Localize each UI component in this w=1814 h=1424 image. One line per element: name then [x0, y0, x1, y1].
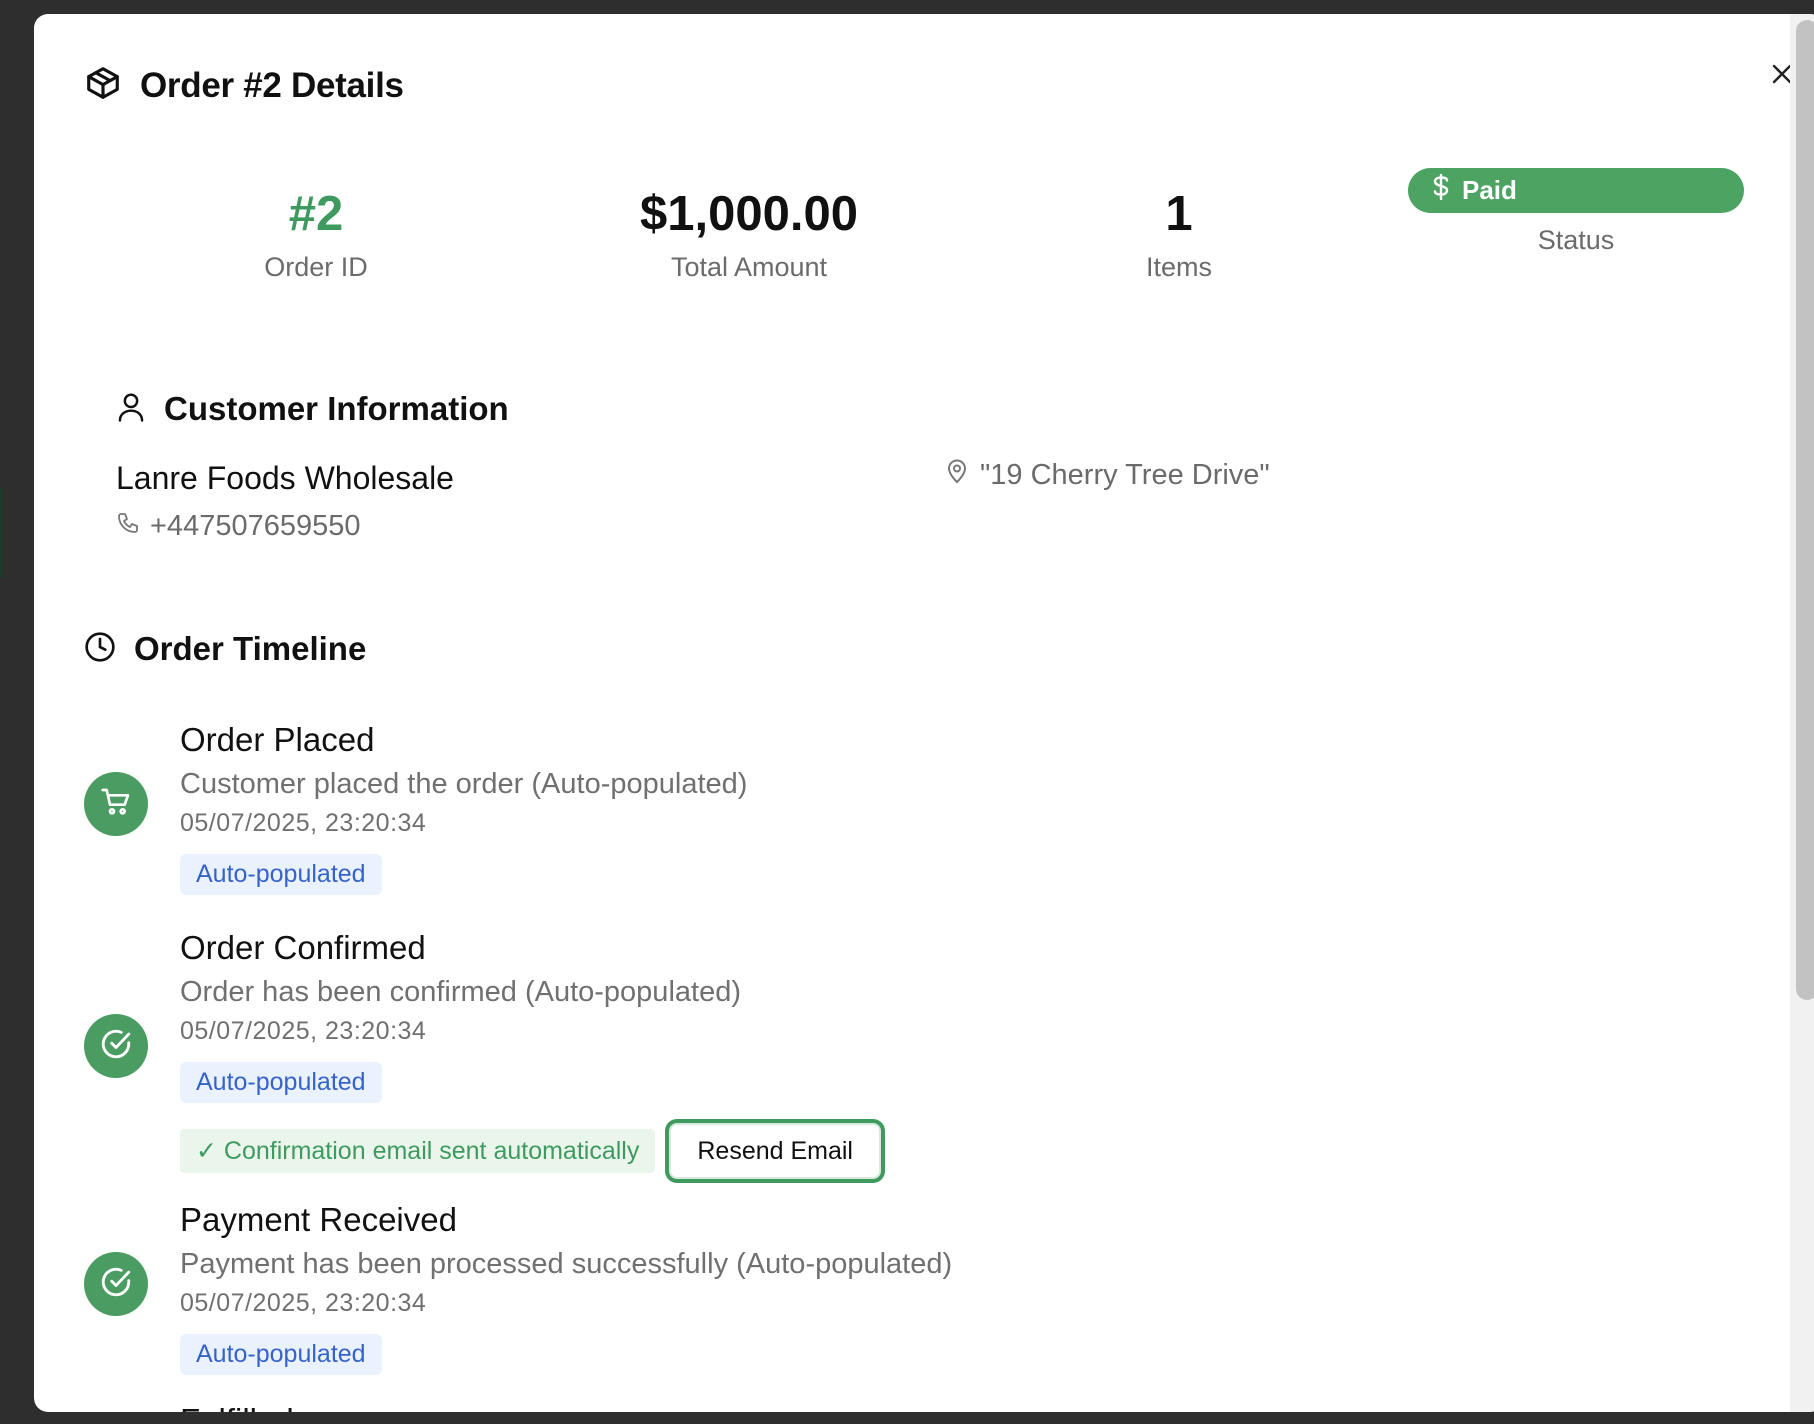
event-title: Order Placed [180, 721, 375, 758]
status-badge: Paid [1408, 168, 1744, 213]
scrollbar-thumb[interactable] [1796, 20, 1814, 1000]
modal-title: Order #2 Details [140, 65, 404, 105]
customer-name: Lanre Foods Wholesale [116, 460, 454, 496]
event-timestamp: 05/07/2025, 23:20:34 [180, 1017, 427, 1045]
customer-phone: +447507659550 [116, 510, 360, 543]
event-timestamp: 05/07/2025, 23:20:34 [180, 809, 427, 837]
user-icon [116, 391, 146, 428]
customer-phone-text: +447507659550 [150, 510, 361, 542]
package-icon [84, 64, 122, 107]
customer-section-header: Customer Information [116, 390, 509, 428]
event-description: Order has been confirmed (Auto-populated… [180, 976, 741, 1008]
map-pin-icon [946, 458, 968, 492]
items-value: 1 [1165, 187, 1193, 241]
timeline-section-header: Order Timeline [84, 630, 366, 668]
event-body: Payment Received Payment has been proces… [180, 1200, 952, 1375]
phone-icon [116, 510, 140, 543]
event-title: Order Confirmed [180, 929, 426, 966]
status-badge-label: Paid [1462, 175, 1517, 205]
event-body: Order Placed Customer placed the order (… [180, 720, 747, 895]
event-description: Customer placed the order (Auto-populate… [180, 768, 748, 800]
total-amount-label: Total Amount [670, 252, 828, 282]
cart-icon [100, 786, 132, 823]
stat-status: Paid Status [1408, 168, 1744, 256]
event-title: Payment Received [180, 1201, 457, 1238]
check-circle-icon [99, 1265, 133, 1304]
confirmation-row: ✓ Confirmation email sent automatically … [180, 1119, 885, 1183]
event-body: Order Confirmed Order has been confirmed… [180, 928, 885, 1183]
timeline-event: Payment Received Payment has been proces… [84, 1200, 1184, 1390]
timeline-event: Order Placed Customer placed the order (… [84, 720, 1184, 910]
order-id-label: Order ID [264, 252, 368, 282]
auto-populated-tag: Auto-populated [180, 1334, 382, 1375]
event-icon-circle [84, 1252, 148, 1316]
status-label: Status [1537, 225, 1615, 255]
event-icon-circle [84, 1014, 148, 1078]
items-label: Items [1145, 252, 1212, 282]
backdrop-edge [0, 488, 3, 578]
dollar-icon [1432, 173, 1450, 207]
total-amount-value: $1,000.00 [640, 187, 858, 241]
customer-address-text: "19 Cherry Tree Drive" [980, 458, 1270, 491]
timeline-section-title: Order Timeline [134, 630, 367, 667]
event-description: Payment has been processed successfully … [180, 1248, 953, 1280]
event-timestamp: 05/07/2025, 23:20:34 [180, 1289, 427, 1317]
modal-header: Order #2 Details [84, 64, 404, 107]
order-id-value: #2 [288, 187, 344, 241]
customer-address: "19 Cherry Tree Drive" [946, 458, 1270, 492]
customer-section-title: Customer Information [164, 390, 509, 427]
stat-order-id: #2 Order ID [182, 186, 450, 283]
clock-icon [84, 631, 116, 668]
stat-total-amount: $1,000.00 Total Amount [594, 186, 904, 283]
order-details-modal: Order #2 Details #2 Order ID $1,000.00 T… [34, 14, 1814, 1412]
resend-email-button[interactable]: Resend Email [665, 1119, 885, 1183]
stat-items: 1 Items [1044, 186, 1314, 283]
timeline-event: Order Confirmed Order has been confirmed… [84, 928, 1184, 1183]
event-icon-circle [84, 772, 148, 836]
event-title-partial: Fulfilled [180, 1402, 294, 1412]
auto-populated-tag: Auto-populated [180, 854, 382, 895]
confirmation-email-note: ✓ Confirmation email sent automatically [180, 1129, 656, 1173]
check-circle-icon [99, 1027, 133, 1066]
auto-populated-tag: Auto-populated [180, 1062, 382, 1103]
